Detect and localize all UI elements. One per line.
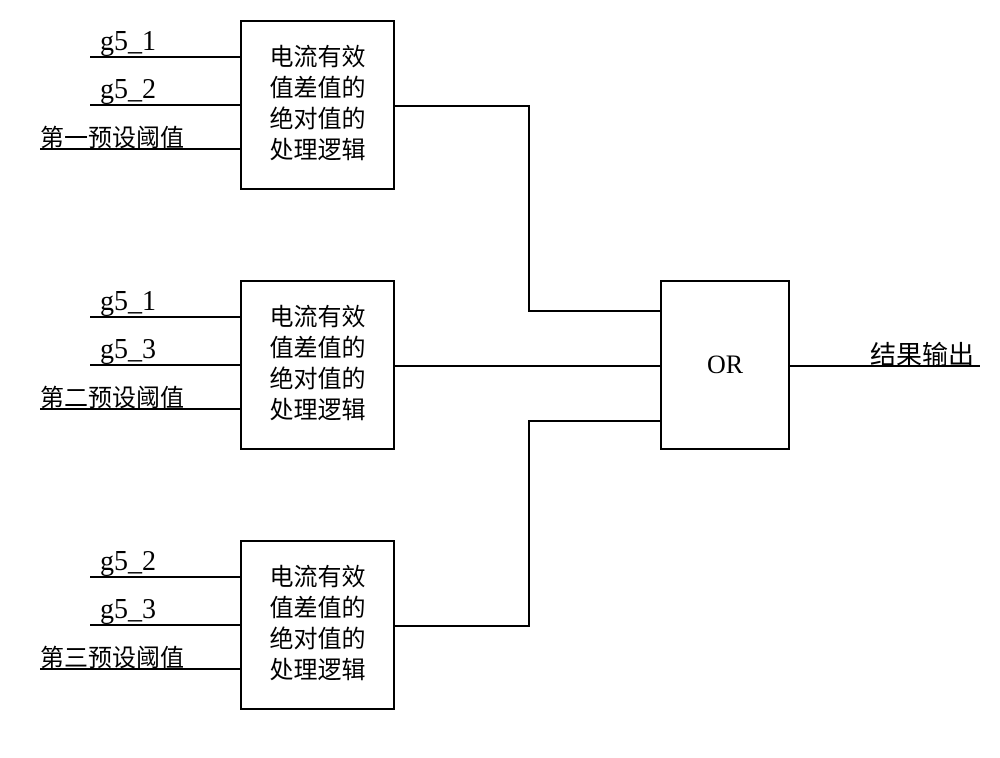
- wire: [528, 420, 660, 422]
- logic-block-2: 电流有效 值差值的 绝对值的 处理逻辑: [240, 280, 395, 450]
- logic-block-2-label: 电流有效 值差值的 绝对值的 处理逻辑: [270, 303, 366, 428]
- wire: [90, 316, 240, 318]
- input-g5-2-block1: g5_2: [100, 74, 156, 106]
- logic-block-3: 电流有效 值差值的 绝对值的 处理逻辑: [240, 540, 395, 710]
- input-g5-2-block3: g5_2: [100, 546, 156, 578]
- wire: [528, 310, 660, 312]
- logic-block-1-label: 电流有效 值差值的 绝对值的 处理逻辑: [270, 43, 366, 168]
- input-g5-1-block2: g5_1: [100, 286, 156, 318]
- wire: [395, 365, 660, 367]
- or-gate-label: OR: [707, 350, 743, 380]
- wire: [395, 625, 530, 627]
- input-g5-3-block3: g5_3: [100, 594, 156, 626]
- or-gate: OR: [660, 280, 790, 450]
- wire: [528, 420, 530, 627]
- wire: [40, 408, 240, 410]
- input-g5-1-block1: g5_1: [100, 26, 156, 58]
- wire: [90, 576, 240, 578]
- wire: [40, 148, 240, 150]
- wire: [90, 624, 240, 626]
- wire: [528, 105, 530, 310]
- logic-block-3-label: 电流有效 值差值的 绝对值的 处理逻辑: [270, 563, 366, 688]
- wire: [90, 104, 240, 106]
- wire: [90, 364, 240, 366]
- wire: [90, 56, 240, 58]
- logic-block-1: 电流有效 值差值的 绝对值的 处理逻辑: [240, 20, 395, 190]
- wire: [395, 105, 530, 107]
- input-g5-3-block2: g5_3: [100, 334, 156, 366]
- wire: [40, 668, 240, 670]
- wire: [790, 365, 980, 367]
